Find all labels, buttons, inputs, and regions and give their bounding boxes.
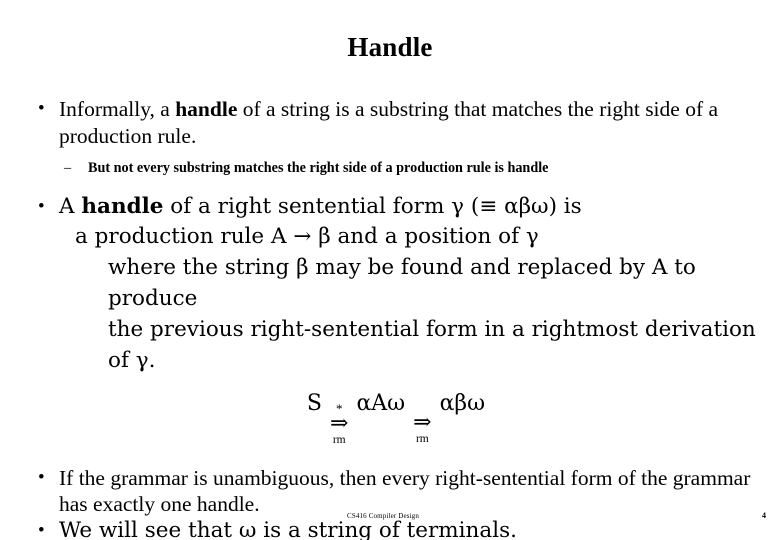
derivation-inner: S * ⇒ rm αAω ⇒ rm αβω (306, 390, 486, 446)
sub-bullet-item-caveat: – But not every substring matches the ri… (60, 159, 764, 178)
bullet-marker-icon: • (38, 98, 45, 119)
slide: Handle • Informally, a handle of a strin… (0, 0, 780, 540)
slide-body: • Informally, a handle of a string is a … (28, 96, 764, 540)
bullet-text-pre: Informally, a (59, 97, 176, 121)
derivation-start-symbol: S (306, 390, 322, 416)
derivation-end-form: αβω (439, 390, 486, 416)
bullet-text: A handle of a right sentential form γ (≡… (59, 194, 764, 221)
bullet-item-handle-definition: • A handle of a right sentential form γ … (28, 194, 764, 221)
bullet-text-emphasis: handle (81, 194, 164, 219)
definition-line-replace: where the string β may be found and repl… (108, 254, 696, 311)
bullet-marker-icon: • (38, 196, 45, 217)
bullet-marker-icon: • (38, 466, 45, 488)
double-arrow-glyph: ⇒ (413, 409, 432, 435)
bullet-marker-icon: • (38, 519, 45, 540)
arrow-subscript-rm: rm (332, 433, 346, 446)
definition-line-previous-form: the previous right-sentential form in a … (108, 316, 756, 373)
bullet-item-informally: • Informally, a handle of a string is a … (28, 96, 764, 149)
derivation-formula: S * ⇒ rm αAω ⇒ rm αβω (28, 390, 764, 446)
derivation-middle-form: αAω (356, 390, 406, 416)
bullet-item-omega-terminals: • We will see that ω is a string of term… (28, 518, 764, 540)
sub-bullet-text: But not every substring matches the righ… (88, 160, 549, 176)
page-title: Handle (347, 32, 433, 62)
derives-star-arrow-icon: * ⇒ rm (330, 402, 349, 446)
bullet-text: If the grammar is unambiguous, then ever… (59, 465, 751, 517)
dash-marker-icon: – (64, 160, 72, 176)
definition-line-production-rule: a production rule A → β and a position o… (75, 223, 539, 249)
footer-course-label: CS416 Compiler Design (347, 512, 419, 520)
bullet-text: Informally, a handle of a string is a su… (59, 96, 764, 149)
bullet-item-unambiguous: • If the grammar is unambiguous, then ev… (28, 465, 764, 518)
derives-arrow-icon: ⇒ rm (413, 403, 431, 445)
bullet-text: We will see that ω is a string of termin… (59, 517, 517, 540)
double-arrow-glyph: ⇒ (330, 410, 349, 436)
arrow-subscript-rm: rm (415, 432, 429, 445)
footer-page-number: 4 (762, 511, 766, 520)
bullet-text-pre: A (59, 194, 82, 219)
bullet-text-post: of a right sentential form γ (≡ αβω) is (163, 194, 582, 219)
bullet-text-emphasis: handle (175, 97, 238, 121)
